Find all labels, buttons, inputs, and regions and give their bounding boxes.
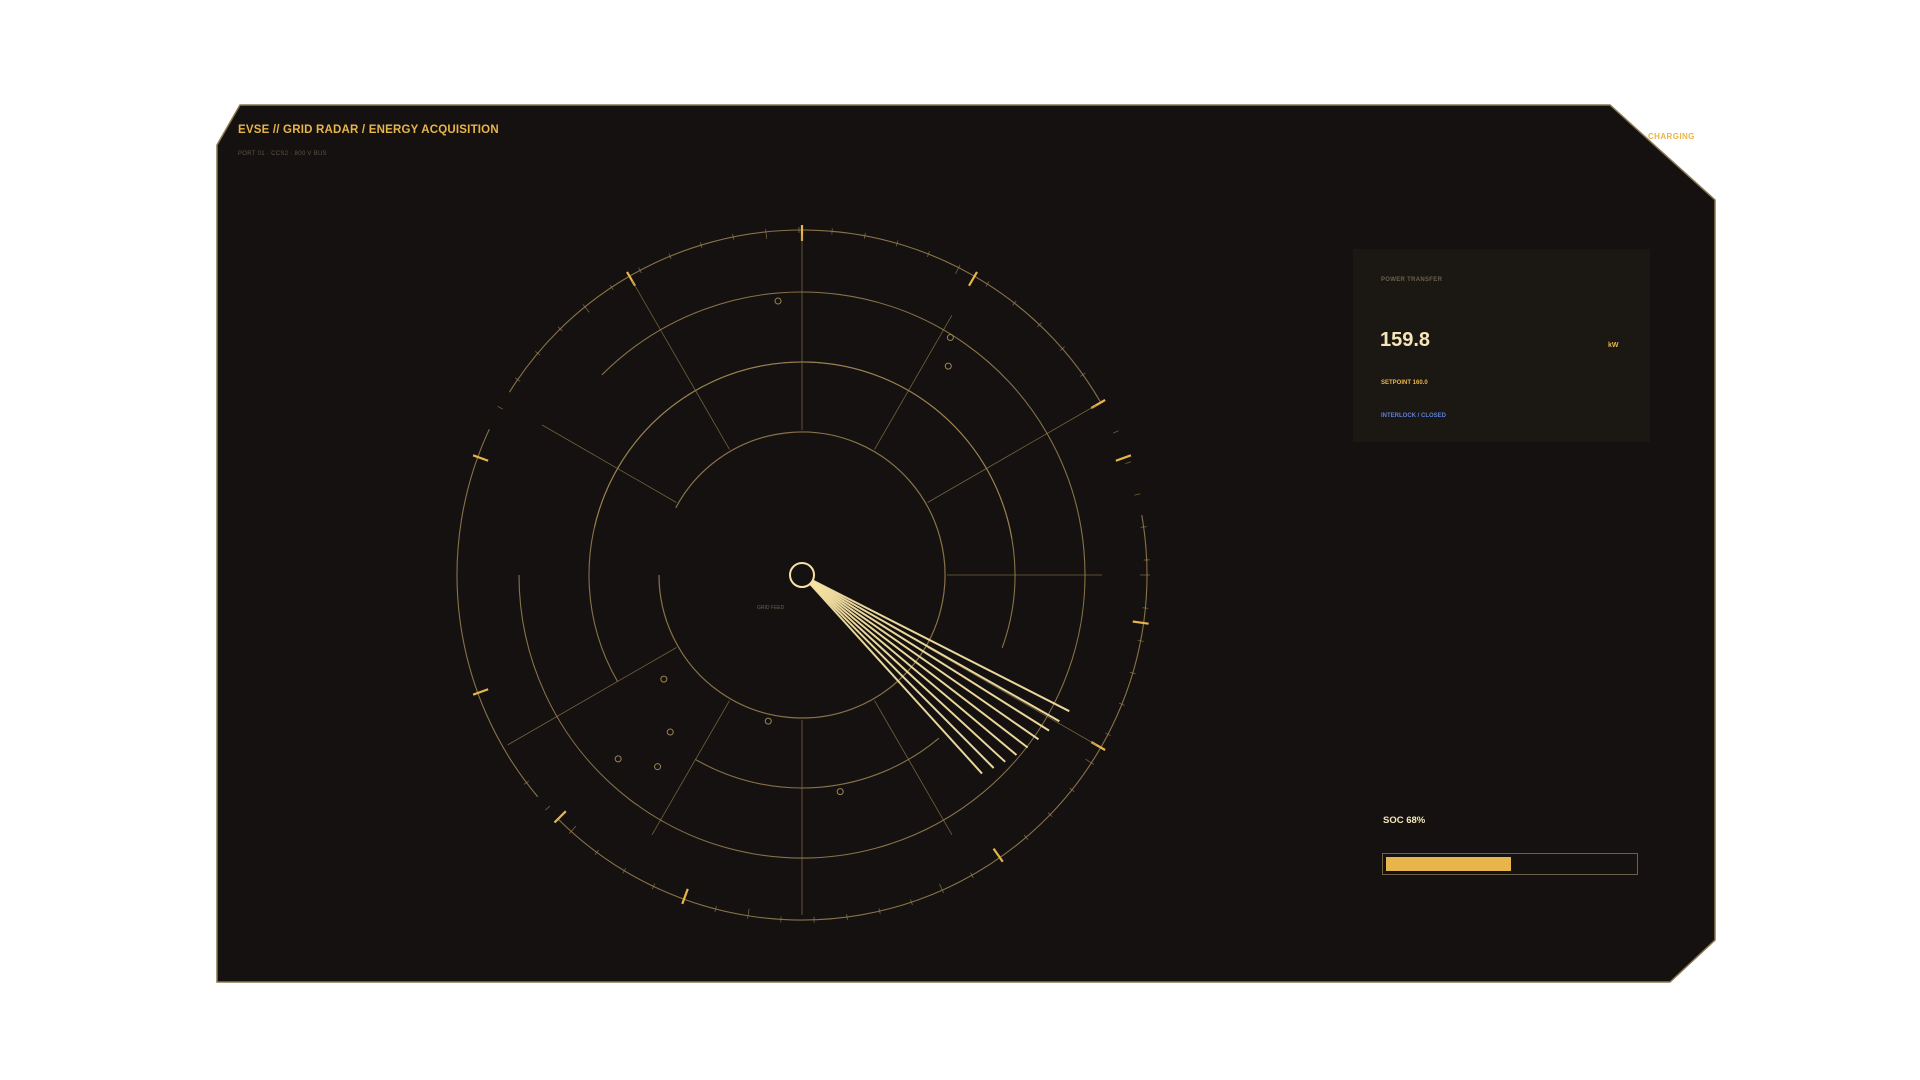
- power-label: POWER TRANSFER: [1381, 277, 1443, 283]
- power-setpoint: SETPOINT 160.0: [1381, 380, 1428, 386]
- page-subtitle: PORT 01 · CCS2 · 800 V BUS: [238, 151, 327, 157]
- main-panel: [216, 104, 1716, 983]
- page-title: EVSE // GRID RADAR / ENERGY ACQUISITION: [238, 124, 499, 136]
- soc-progress-bar: [1382, 853, 1638, 875]
- power-transfer-card: POWER TRANSFER 159.8 kW SETPOINT 160.0 I…: [1353, 249, 1650, 442]
- interlock-status: INTERLOCK / CLOSED: [1381, 413, 1447, 419]
- status-badge: CHARGING: [1648, 132, 1695, 141]
- power-unit: kW: [1608, 342, 1619, 349]
- power-value: 159.8: [1380, 329, 1431, 351]
- hud-frame: [216, 104, 1716, 983]
- soc-progress-fill: [1386, 857, 1511, 871]
- radar-center-reticle: [789, 562, 815, 588]
- radar-center-label: GRID FEED: [757, 605, 785, 611]
- radar-tick: [831, 228, 833, 235]
- soc-label: SOC 68%: [1383, 815, 1426, 826]
